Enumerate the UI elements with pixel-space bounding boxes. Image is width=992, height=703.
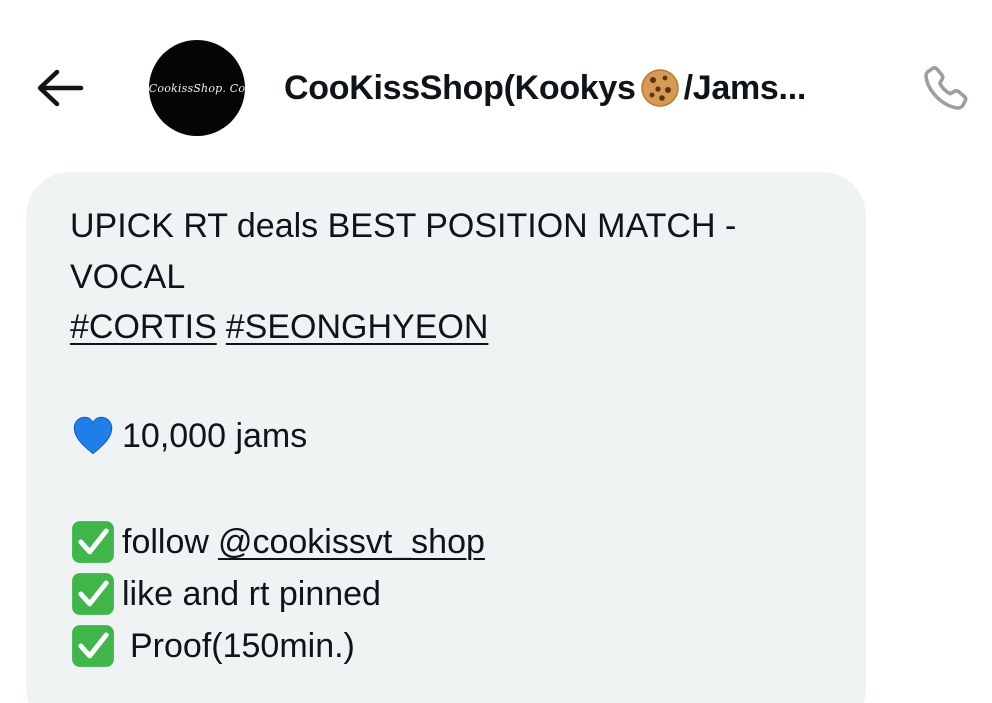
check-mark-button-icon — [70, 519, 116, 565]
phone-icon — [924, 66, 968, 110]
contact-name-part2: /Jams... — [683, 68, 807, 107]
prize-text: 10,000 jams — [122, 417, 308, 455]
contact-name[interactable]: CooKissShop(Kookys /Jams... — [284, 66, 806, 110]
check-mark-button-icon — [70, 623, 116, 669]
task-1-prefix: follow — [122, 523, 209, 561]
hashtag-link-cortis[interactable]: #CORTIS — [70, 301, 217, 353]
hashtag-line: #CORTIS #SEONGHYEON — [70, 302, 830, 352]
arrow-left-icon — [37, 69, 84, 107]
message-text: UPICK RT deals BEST POSITION MATCH - VOC… — [70, 200, 830, 672]
task-2-text: like and rt pinned — [122, 575, 381, 613]
call-button[interactable] — [912, 58, 978, 120]
message-line-2: VOCAL — [70, 258, 186, 296]
task-line-3: Proof(150min.) — [70, 620, 830, 672]
conversation-header: CookissShop. Co CooKissShop(Kookys /Jams… — [0, 0, 992, 160]
mention-link[interactable]: @cookissvt_shop — [218, 516, 485, 568]
back-button[interactable] — [30, 62, 88, 114]
task-line-2: like and rt pinned — [70, 568, 830, 620]
dm-conversation-screen: CookissShop. Co CooKissShop(Kookys /Jams… — [0, 0, 992, 703]
avatar-logo-text: CookissShop. Co — [149, 81, 245, 95]
avatar[interactable]: CookissShop. Co — [149, 40, 245, 136]
check-mark-button-icon — [70, 571, 116, 617]
blue-heart-icon — [70, 413, 116, 459]
task-3-text: Proof(150min.) — [130, 627, 355, 665]
contact-name-part1: CooKissShop(Kookys — [284, 68, 636, 107]
task-line-1: follow @cookissvt_shop — [70, 516, 830, 568]
message-line-1: UPICK RT deals BEST POSITION MATCH - — [70, 207, 737, 245]
prize-line: 10,000 jams — [70, 410, 830, 462]
cookie-icon — [640, 69, 679, 107]
hashtag-link-seonghyeon[interactable]: #SEONGHYEON — [226, 301, 489, 353]
